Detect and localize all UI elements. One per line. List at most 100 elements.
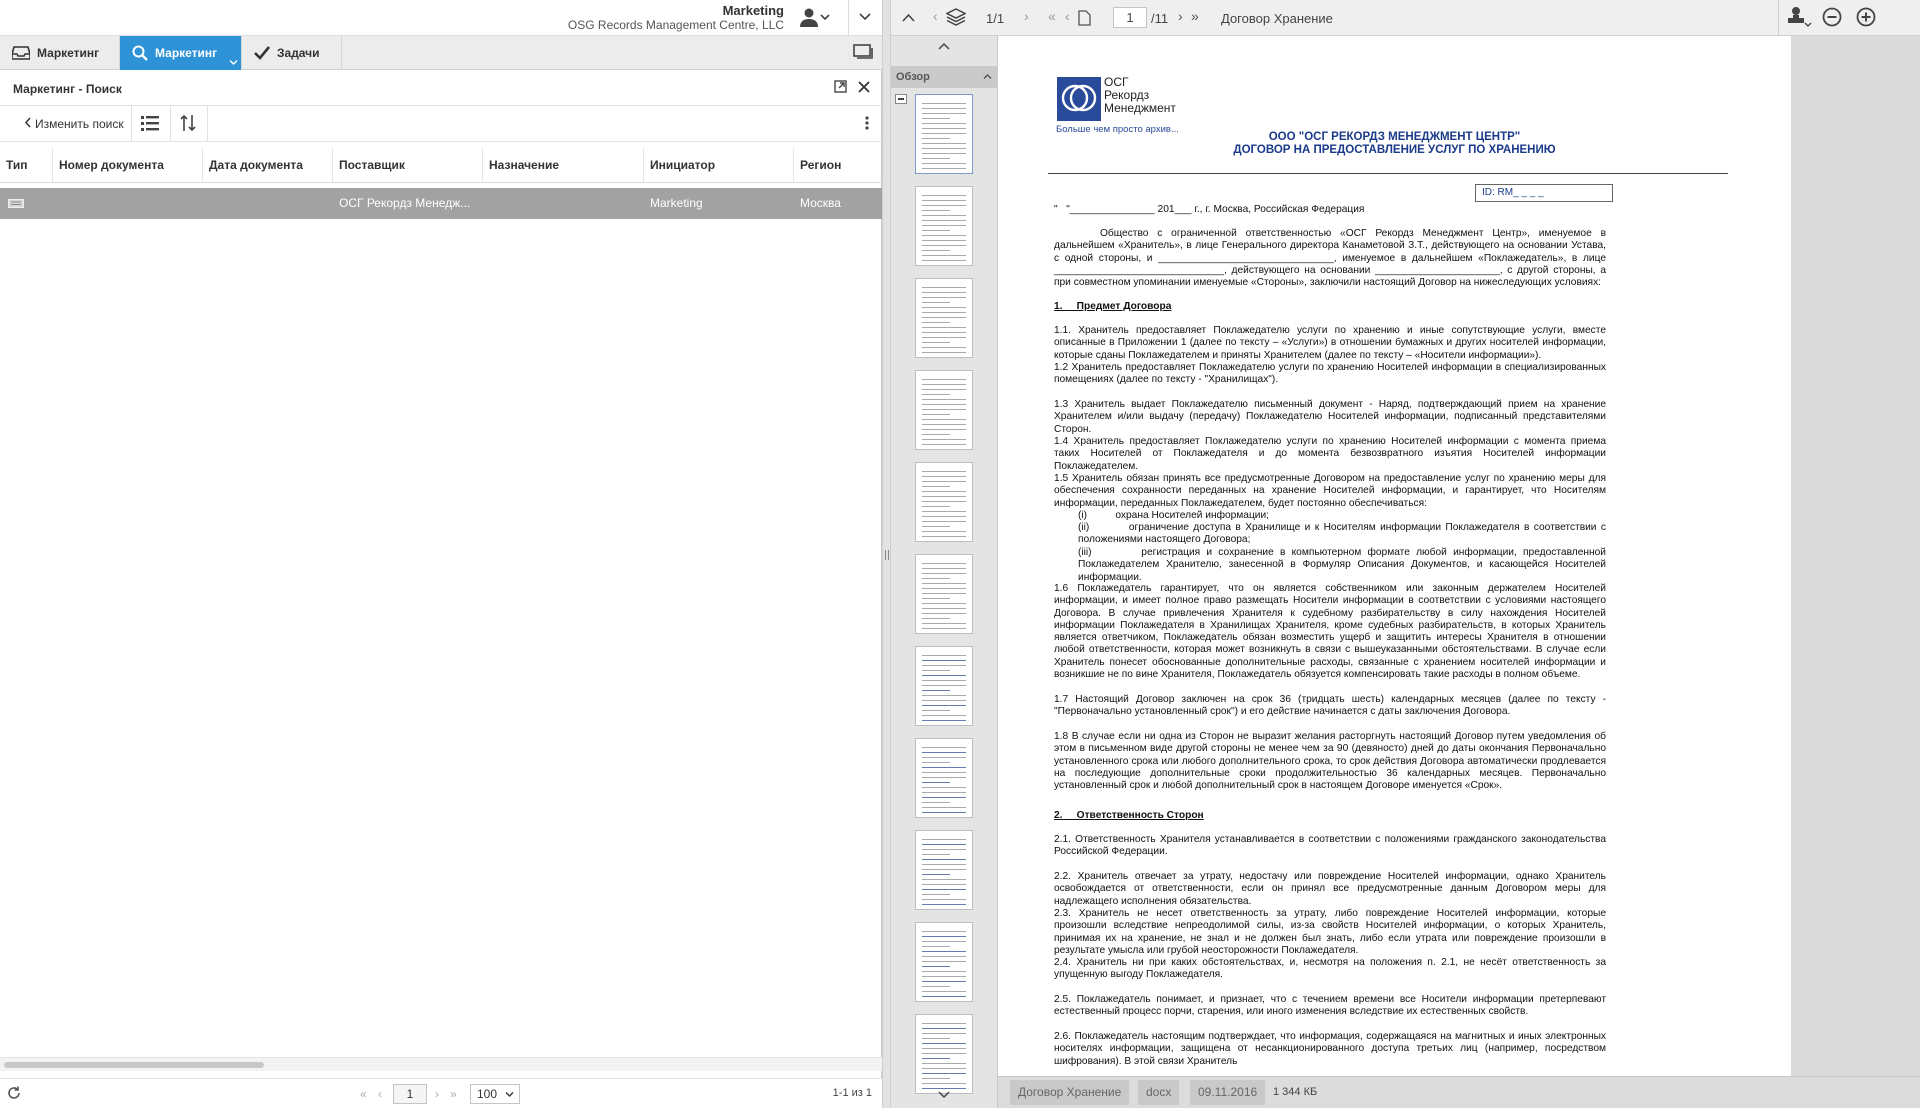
user-name: Marketing xyxy=(722,3,784,18)
chevron-right-icon: › xyxy=(435,1087,439,1101)
cell-date xyxy=(203,188,333,219)
close-panel-button[interactable] xyxy=(856,80,872,96)
chevron-left-icon: ‹ xyxy=(933,8,938,24)
prev-page-button[interactable]: ‹ xyxy=(378,1087,382,1101)
window-layout-button[interactable] xyxy=(852,43,874,63)
cell-initiator: Marketing xyxy=(650,196,703,210)
column-header-initiator[interactable]: Инициатор xyxy=(644,148,794,183)
clause-1-4: 1.4 Хранитель предоставляет Поклажедател… xyxy=(1054,436,1606,472)
column-header-type[interactable]: Тип xyxy=(0,148,53,183)
search-icon xyxy=(132,45,148,61)
tab-tasks[interactable]: Задачи xyxy=(242,36,342,70)
last-page-button[interactable]: » xyxy=(1191,8,1199,24)
page-thumbnail[interactable] xyxy=(915,646,973,726)
clause-1-5-ii: (ii) ограничение доступа в Хранилище и к… xyxy=(1078,522,1609,546)
panel-header: Маркетинг - Поиск xyxy=(0,70,882,106)
grip-icon xyxy=(885,550,889,560)
page-thumbnail[interactable] xyxy=(915,1014,973,1094)
user-menu-button[interactable] xyxy=(798,7,832,29)
tab-marketing-inbox[interactable]: Маркетинг xyxy=(0,36,120,70)
clause-2-2: 2.2. Хранитель отвечает за утрату, недос… xyxy=(1054,871,1606,907)
page-thumbnail[interactable] xyxy=(915,922,973,1002)
clause-1-5-i: (i) охрана Носителей информации; xyxy=(1078,510,1270,521)
page-thumbnail[interactable] xyxy=(915,462,973,542)
table-header: Тип Номер документа Дата документа Поста… xyxy=(0,148,882,183)
scroll-down-button[interactable] xyxy=(936,1088,952,1102)
chevron-left-icon xyxy=(24,117,32,131)
column-header-number[interactable]: Номер документа xyxy=(53,148,203,183)
change-search-button[interactable]: Изменить поиск xyxy=(24,117,124,131)
tab-marketing-search[interactable]: Маркетинг xyxy=(120,36,242,70)
window-icon xyxy=(853,43,873,63)
cell-supplier: ОСГ Рекордз Менедж... xyxy=(339,196,471,210)
left-panel: Marketing OSG Records Management Centre,… xyxy=(0,0,882,1108)
clause-1-1: 1.1. Хранитель предоставляет Поклажедате… xyxy=(1054,325,1606,361)
prev-document-button[interactable]: ‹ xyxy=(933,8,938,24)
chevron-down-icon xyxy=(858,10,872,27)
layers-button[interactable] xyxy=(945,7,967,29)
page-thumbnail[interactable] xyxy=(915,830,973,910)
table-row[interactable]: ОСГ Рекордз Менедж... Marketing Москва xyxy=(0,188,882,219)
sort-button[interactable] xyxy=(178,114,198,133)
last-page-button[interactable]: » xyxy=(450,1087,457,1101)
page-number-input[interactable]: 1 xyxy=(393,1084,427,1104)
page-size-select[interactable]: 100 xyxy=(470,1084,520,1104)
page-thumbnail[interactable] xyxy=(915,738,973,818)
refresh-button[interactable] xyxy=(6,1086,22,1102)
viewer-toolbar: ‹ 1/1 › « ‹ 1 /11 › » Договор Хранение xyxy=(891,0,1920,36)
cell-region: Москва xyxy=(800,196,841,210)
clause-2-6: 2.6. Поклажедатель настоящим подтверждае… xyxy=(1054,1031,1606,1067)
organization-name: OSG Records Management Centre, LLC xyxy=(567,18,784,32)
collapse-header-button[interactable] xyxy=(855,8,875,28)
tab-label: Маркетинг xyxy=(37,46,100,60)
popout-button[interactable] xyxy=(832,80,848,96)
panel-title: Маркетинг - Поиск xyxy=(13,82,122,96)
page-thumbnail[interactable] xyxy=(915,554,973,634)
stamp-button[interactable] xyxy=(1784,6,1814,29)
org-heading: ООО "ОСГ РЕКОРДЗ МЕНЕДЖМЕНТ ЦЕНТР" xyxy=(1268,131,1521,143)
column-header-purpose[interactable]: Назначение xyxy=(483,148,644,183)
more-vertical-icon xyxy=(865,115,869,133)
double-chevron-right-icon: » xyxy=(1191,8,1199,24)
prev-page-button[interactable]: ‹ xyxy=(1065,8,1070,24)
user-icon xyxy=(799,7,819,30)
first-page-button[interactable]: « xyxy=(360,1087,367,1101)
chevron-up-icon xyxy=(901,10,915,25)
list-view-button[interactable] xyxy=(140,115,160,133)
zoom-in-button[interactable] xyxy=(1855,7,1877,29)
chevron-up-icon[interactable] xyxy=(983,66,992,88)
search-toolbar: Изменить поиск xyxy=(0,106,882,142)
page-size-value: 100 xyxy=(477,1087,498,1101)
close-icon xyxy=(858,80,870,96)
page-thumbnail[interactable] xyxy=(915,94,973,174)
chevron-left-icon: ‹ xyxy=(1065,8,1070,24)
next-page-button[interactable]: › xyxy=(435,1087,439,1101)
page-thumbnail[interactable] xyxy=(915,370,973,450)
page-input[interactable]: 1 xyxy=(1113,7,1147,28)
collapse-thumbs-button[interactable] xyxy=(895,94,907,104)
chevron-right-icon: › xyxy=(1178,8,1183,24)
next-document-button[interactable]: › xyxy=(1024,8,1029,24)
clause-1-2: 1.2 Хранитель предоставляет Поклажедател… xyxy=(1054,362,1606,386)
first-page-button[interactable]: « xyxy=(1048,8,1056,24)
scroll-up-button[interactable] xyxy=(936,39,952,53)
results-summary: 1-1 из 1 xyxy=(832,1087,872,1099)
next-page-button[interactable]: › xyxy=(1178,8,1183,24)
cell-number xyxy=(53,188,203,219)
status-format: docx xyxy=(1138,1080,1180,1105)
collapse-up-button[interactable] xyxy=(900,9,916,25)
chevron-left-icon: ‹ xyxy=(378,1087,382,1101)
panel-splitter[interactable] xyxy=(882,0,891,1108)
more-options-button[interactable] xyxy=(862,115,872,133)
column-header-region[interactable]: Регион xyxy=(794,148,882,183)
page-thumbnail[interactable] xyxy=(915,278,973,358)
scrollbar-thumb[interactable] xyxy=(4,1062,264,1068)
clause-2-1: 2.1. Ответственность Хранителя устанавли… xyxy=(1054,834,1606,858)
clause-1-3: 1.3 Хранитель выдает Поклажедателю письм… xyxy=(1054,399,1606,435)
page-thumbnail[interactable] xyxy=(915,186,973,266)
horizontal-scrollbar[interactable] xyxy=(0,1057,882,1071)
zoom-out-button[interactable] xyxy=(1821,7,1843,29)
column-header-supplier[interactable]: Поставщик xyxy=(333,148,483,183)
column-header-date[interactable]: Дата документа xyxy=(203,148,333,183)
date-line: " "_______________ 201___ г., г. Москва,… xyxy=(1054,204,1365,215)
